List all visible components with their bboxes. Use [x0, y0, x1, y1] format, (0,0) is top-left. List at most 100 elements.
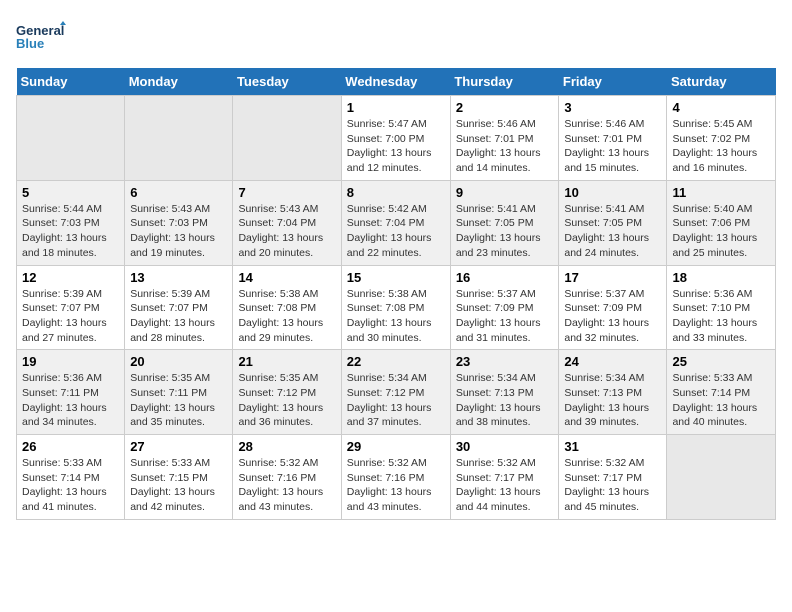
calendar-cell: [125, 96, 233, 181]
day-detail: Sunrise: 5:39 AMSunset: 7:07 PMDaylight:…: [130, 288, 215, 344]
week-row-4: 19 Sunrise: 5:36 AMSunset: 7:11 PMDaylig…: [17, 350, 776, 435]
day-detail: Sunrise: 5:42 AMSunset: 7:04 PMDaylight:…: [347, 203, 432, 259]
calendar-cell: 10 Sunrise: 5:41 AMSunset: 7:05 PMDaylig…: [559, 180, 667, 265]
day-detail: Sunrise: 5:39 AMSunset: 7:07 PMDaylight:…: [22, 288, 107, 344]
calendar-cell: 12 Sunrise: 5:39 AMSunset: 7:07 PMDaylig…: [17, 265, 125, 350]
day-detail: Sunrise: 5:32 AMSunset: 7:17 PMDaylight:…: [456, 457, 541, 513]
day-number: 9: [456, 185, 554, 200]
day-detail: Sunrise: 5:46 AMSunset: 7:01 PMDaylight:…: [456, 118, 541, 174]
day-detail: Sunrise: 5:33 AMSunset: 7:15 PMDaylight:…: [130, 457, 215, 513]
day-detail: Sunrise: 5:36 AMSunset: 7:10 PMDaylight:…: [672, 288, 757, 344]
day-detail: Sunrise: 5:34 AMSunset: 7:13 PMDaylight:…: [456, 372, 541, 428]
weekday-header-saturday: Saturday: [667, 68, 776, 96]
day-number: 26: [22, 439, 119, 454]
calendar-cell: 30 Sunrise: 5:32 AMSunset: 7:17 PMDaylig…: [450, 435, 559, 520]
day-detail: Sunrise: 5:38 AMSunset: 7:08 PMDaylight:…: [238, 288, 323, 344]
day-detail: Sunrise: 5:46 AMSunset: 7:01 PMDaylight:…: [564, 118, 649, 174]
calendar-cell: 1 Sunrise: 5:47 AMSunset: 7:00 PMDayligh…: [341, 96, 450, 181]
day-number: 30: [456, 439, 554, 454]
day-number: 11: [672, 185, 770, 200]
logo: General Blue: [16, 16, 66, 56]
calendar-cell: 17 Sunrise: 5:37 AMSunset: 7:09 PMDaylig…: [559, 265, 667, 350]
day-number: 14: [238, 270, 335, 285]
weekday-header-monday: Monday: [125, 68, 233, 96]
calendar-cell: 19 Sunrise: 5:36 AMSunset: 7:11 PMDaylig…: [17, 350, 125, 435]
day-detail: Sunrise: 5:35 AMSunset: 7:12 PMDaylight:…: [238, 372, 323, 428]
day-number: 27: [130, 439, 227, 454]
calendar-cell: 24 Sunrise: 5:34 AMSunset: 7:13 PMDaylig…: [559, 350, 667, 435]
svg-text:Blue: Blue: [16, 36, 44, 51]
day-number: 20: [130, 354, 227, 369]
day-number: 19: [22, 354, 119, 369]
calendar-cell: 11 Sunrise: 5:40 AMSunset: 7:06 PMDaylig…: [667, 180, 776, 265]
calendar-cell: [667, 435, 776, 520]
day-number: 18: [672, 270, 770, 285]
calendar-cell: 9 Sunrise: 5:41 AMSunset: 7:05 PMDayligh…: [450, 180, 559, 265]
day-number: 23: [456, 354, 554, 369]
day-number: 6: [130, 185, 227, 200]
day-detail: Sunrise: 5:34 AMSunset: 7:13 PMDaylight:…: [564, 372, 649, 428]
calendar-cell: 25 Sunrise: 5:33 AMSunset: 7:14 PMDaylig…: [667, 350, 776, 435]
logo-svg: General Blue: [16, 16, 66, 56]
day-detail: Sunrise: 5:37 AMSunset: 7:09 PMDaylight:…: [564, 288, 649, 344]
weekday-header-wednesday: Wednesday: [341, 68, 450, 96]
day-number: 4: [672, 100, 770, 115]
day-number: 28: [238, 439, 335, 454]
calendar-cell: 21 Sunrise: 5:35 AMSunset: 7:12 PMDaylig…: [233, 350, 341, 435]
day-detail: Sunrise: 5:41 AMSunset: 7:05 PMDaylight:…: [564, 203, 649, 259]
day-number: 16: [456, 270, 554, 285]
calendar-cell: 16 Sunrise: 5:37 AMSunset: 7:09 PMDaylig…: [450, 265, 559, 350]
day-number: 29: [347, 439, 445, 454]
calendar-cell: 7 Sunrise: 5:43 AMSunset: 7:04 PMDayligh…: [233, 180, 341, 265]
calendar-cell: 20 Sunrise: 5:35 AMSunset: 7:11 PMDaylig…: [125, 350, 233, 435]
day-number: 17: [564, 270, 661, 285]
day-number: 2: [456, 100, 554, 115]
day-number: 7: [238, 185, 335, 200]
page-header: General Blue: [16, 16, 776, 56]
weekday-header-tuesday: Tuesday: [233, 68, 341, 96]
day-detail: Sunrise: 5:47 AMSunset: 7:00 PMDaylight:…: [347, 118, 432, 174]
weekday-header-thursday: Thursday: [450, 68, 559, 96]
calendar-cell: 3 Sunrise: 5:46 AMSunset: 7:01 PMDayligh…: [559, 96, 667, 181]
week-row-3: 12 Sunrise: 5:39 AMSunset: 7:07 PMDaylig…: [17, 265, 776, 350]
day-number: 1: [347, 100, 445, 115]
day-detail: Sunrise: 5:33 AMSunset: 7:14 PMDaylight:…: [22, 457, 107, 513]
weekday-header-sunday: Sunday: [17, 68, 125, 96]
day-detail: Sunrise: 5:32 AMSunset: 7:16 PMDaylight:…: [347, 457, 432, 513]
day-detail: Sunrise: 5:37 AMSunset: 7:09 PMDaylight:…: [456, 288, 541, 344]
week-row-2: 5 Sunrise: 5:44 AMSunset: 7:03 PMDayligh…: [17, 180, 776, 265]
day-detail: Sunrise: 5:38 AMSunset: 7:08 PMDaylight:…: [347, 288, 432, 344]
calendar-cell: 29 Sunrise: 5:32 AMSunset: 7:16 PMDaylig…: [341, 435, 450, 520]
calendar-cell: 2 Sunrise: 5:46 AMSunset: 7:01 PMDayligh…: [450, 96, 559, 181]
calendar-cell: 8 Sunrise: 5:42 AMSunset: 7:04 PMDayligh…: [341, 180, 450, 265]
day-detail: Sunrise: 5:36 AMSunset: 7:11 PMDaylight:…: [22, 372, 107, 428]
calendar-cell: 4 Sunrise: 5:45 AMSunset: 7:02 PMDayligh…: [667, 96, 776, 181]
day-detail: Sunrise: 5:43 AMSunset: 7:04 PMDaylight:…: [238, 203, 323, 259]
calendar-cell: 15 Sunrise: 5:38 AMSunset: 7:08 PMDaylig…: [341, 265, 450, 350]
calendar-cell: [17, 96, 125, 181]
calendar-cell: [233, 96, 341, 181]
weekday-header-row: SundayMondayTuesdayWednesdayThursdayFrid…: [17, 68, 776, 96]
day-detail: Sunrise: 5:32 AMSunset: 7:16 PMDaylight:…: [238, 457, 323, 513]
day-detail: Sunrise: 5:41 AMSunset: 7:05 PMDaylight:…: [456, 203, 541, 259]
day-number: 25: [672, 354, 770, 369]
weekday-header-friday: Friday: [559, 68, 667, 96]
calendar-cell: 23 Sunrise: 5:34 AMSunset: 7:13 PMDaylig…: [450, 350, 559, 435]
calendar-cell: 27 Sunrise: 5:33 AMSunset: 7:15 PMDaylig…: [125, 435, 233, 520]
week-row-5: 26 Sunrise: 5:33 AMSunset: 7:14 PMDaylig…: [17, 435, 776, 520]
calendar-cell: 14 Sunrise: 5:38 AMSunset: 7:08 PMDaylig…: [233, 265, 341, 350]
day-number: 3: [564, 100, 661, 115]
day-detail: Sunrise: 5:32 AMSunset: 7:17 PMDaylight:…: [564, 457, 649, 513]
day-detail: Sunrise: 5:33 AMSunset: 7:14 PMDaylight:…: [672, 372, 757, 428]
day-detail: Sunrise: 5:40 AMSunset: 7:06 PMDaylight:…: [672, 203, 757, 259]
day-number: 15: [347, 270, 445, 285]
day-number: 21: [238, 354, 335, 369]
day-detail: Sunrise: 5:43 AMSunset: 7:03 PMDaylight:…: [130, 203, 215, 259]
day-detail: Sunrise: 5:35 AMSunset: 7:11 PMDaylight:…: [130, 372, 215, 428]
day-detail: Sunrise: 5:44 AMSunset: 7:03 PMDaylight:…: [22, 203, 107, 259]
week-row-1: 1 Sunrise: 5:47 AMSunset: 7:00 PMDayligh…: [17, 96, 776, 181]
calendar-cell: 5 Sunrise: 5:44 AMSunset: 7:03 PMDayligh…: [17, 180, 125, 265]
calendar-table: SundayMondayTuesdayWednesdayThursdayFrid…: [16, 68, 776, 520]
day-number: 24: [564, 354, 661, 369]
calendar-cell: 22 Sunrise: 5:34 AMSunset: 7:12 PMDaylig…: [341, 350, 450, 435]
